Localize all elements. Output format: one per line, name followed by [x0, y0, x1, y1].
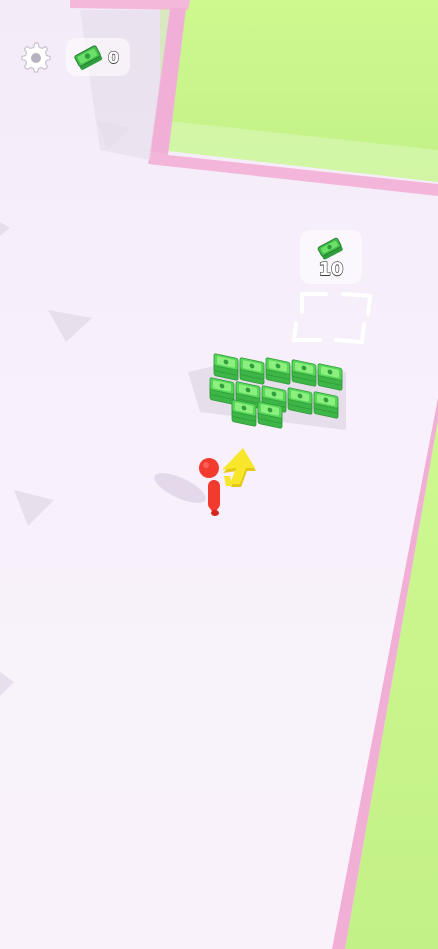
player-character: [199, 458, 220, 516]
cash-stack: [287, 387, 313, 415]
game-world: [0, 0, 438, 949]
game-scene: 0 10: [0, 0, 438, 949]
cash-stack: [257, 401, 283, 429]
unlock-price: 10: [318, 258, 344, 280]
cash-stack: [231, 399, 257, 427]
unlock-price-tag: 10: [300, 230, 362, 284]
grass-right: [332, 398, 438, 949]
cash-stack: [239, 357, 265, 385]
cash-stack: [317, 363, 343, 391]
cash-stack: [209, 377, 235, 405]
cash-stack: [313, 391, 339, 419]
direction-arrow: [222, 448, 256, 487]
grass-top-right: [160, 0, 438, 182]
cash-stack: [213, 353, 239, 381]
gear-icon: [21, 42, 51, 73]
settings-button[interactable]: [18, 40, 52, 74]
cash-stack: [265, 357, 291, 385]
floor-markers: [0, 120, 130, 696]
cash-stack-icon: [317, 237, 343, 260]
unlock-zone-frame: [291, 292, 373, 345]
cash-stack: [291, 359, 317, 387]
